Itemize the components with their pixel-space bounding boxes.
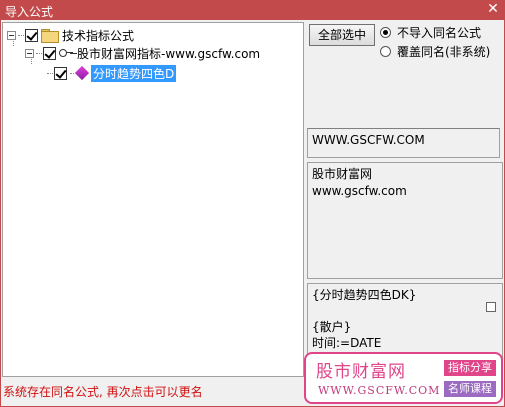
checkbox[interactable] xyxy=(25,28,38,42)
formula-description[interactable]: 股市财富网 www.gscfw.com xyxy=(307,162,503,279)
key-icon xyxy=(59,48,73,58)
code-line: {分时趋势四色DK} xyxy=(312,288,417,302)
watermark-name: 股市财富网 xyxy=(316,362,406,382)
source-url: WWW.GSCFW.COM xyxy=(307,128,500,158)
window-title: 导入公式 xyxy=(5,5,54,19)
description-line: 股市财富网 xyxy=(312,167,373,181)
collapse-icon[interactable] xyxy=(25,48,34,58)
watermark-url: WWW.GSCFW.COM xyxy=(318,384,441,397)
collapse-icon[interactable] xyxy=(7,30,16,40)
formula-icon xyxy=(74,65,90,81)
tree-node-label: 股市财富网指标-www.gscfw.com xyxy=(77,46,261,61)
option-label: 不导入同名公式 xyxy=(397,25,482,40)
tree-connector xyxy=(18,34,24,36)
code-line: {散户} xyxy=(312,320,352,334)
close-icon[interactable]: ✕ xyxy=(485,1,501,17)
watermark-tag: 名师课程 xyxy=(444,381,496,397)
code-line: 时间:=DATE xyxy=(312,336,382,350)
radio-button[interactable] xyxy=(380,26,391,38)
tree-node-label: 分时趋势四色D xyxy=(91,64,177,82)
formula-tree[interactable]: 技术指标公式 股市财富网指标-www.gscfw.com 分时趋势四色D xyxy=(2,22,304,377)
code-checkbox[interactable] xyxy=(486,302,496,312)
checkbox[interactable] xyxy=(54,66,67,80)
tree-node-label: 技术指标公式 xyxy=(62,28,135,43)
title-bar: 导入公式 ✕ xyxy=(0,0,505,20)
option-label: 覆盖同名(非系统) xyxy=(397,44,491,59)
tree-node-group[interactable]: 股市财富网指标-www.gscfw.com xyxy=(25,44,260,62)
checkbox[interactable] xyxy=(43,46,56,60)
status-message: 系统存在同名公式, 再次点击可以更名 xyxy=(3,385,203,399)
tree-node-formula[interactable]: 分时趋势四色D xyxy=(47,64,177,82)
url-text: WWW.GSCFW.COM xyxy=(312,133,425,147)
watermark-tag: 指标分享 xyxy=(444,360,496,376)
radio-button[interactable] xyxy=(380,45,391,57)
option-skip-duplicates[interactable]: 不导入同名公式 xyxy=(380,24,481,40)
option-overwrite[interactable]: 覆盖同名(非系统) xyxy=(380,43,490,59)
tree-connector xyxy=(70,72,74,74)
description-line: www.gscfw.com xyxy=(312,184,407,198)
tree-node-root[interactable]: 技术指标公式 xyxy=(7,26,134,44)
tree-connector xyxy=(36,52,42,54)
watermark-logo: 股市财富网 WWW.GSCFW.COM 指标分享 名师课程 xyxy=(304,352,503,404)
select-all-button[interactable]: 全部选中 xyxy=(309,24,375,46)
tree-connector xyxy=(47,72,53,74)
folder-icon xyxy=(41,29,59,43)
